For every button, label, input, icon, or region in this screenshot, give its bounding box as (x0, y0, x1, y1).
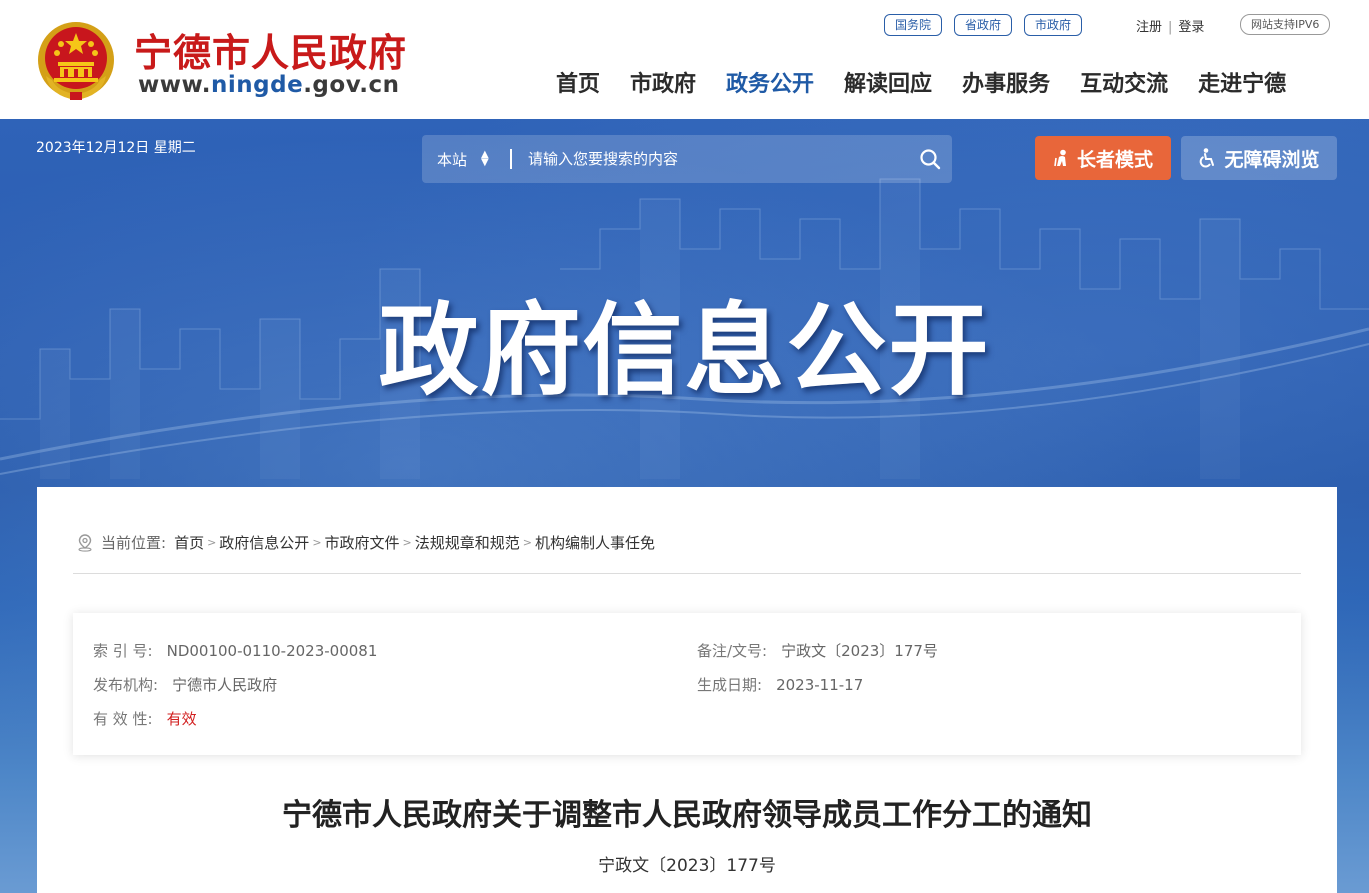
breadcrumb-separator: > (207, 536, 217, 549)
nav-about-ningde[interactable]: 走进宁德 (1198, 66, 1286, 98)
breadcrumb-regulations[interactable]: 法规规章和规范 (415, 532, 520, 553)
search-bar: 本站 ▲ ▼ (422, 135, 952, 183)
search-icon (920, 149, 941, 170)
meta-docno-value: 宁政文〔2023〕177号 (781, 642, 938, 660)
elder-mode-label: 长者模式 (1076, 148, 1153, 171)
meta-date-label: 生成日期: (697, 676, 763, 694)
register-link[interactable]: 注册 (1136, 20, 1162, 35)
meta-docno-label: 备注/文号: (697, 642, 768, 660)
search-divider (510, 149, 512, 169)
content-card: 当前位置: 首页 > 政府信息公开 > 市政府文件 > 法规规章和规范 > 机构… (37, 487, 1337, 893)
breadcrumb-separator: > (522, 536, 532, 549)
search-button[interactable] (908, 135, 952, 183)
url-prefix: www. (138, 72, 212, 98)
nav-gov-affairs[interactable]: 政务公开 (726, 66, 814, 98)
nav-interaction[interactable]: 互动交流 (1080, 66, 1168, 98)
link-city-gov[interactable]: 市政府 (1024, 14, 1083, 36)
breadcrumb-personnel[interactable]: 机构编制人事任免 (535, 532, 655, 553)
breadcrumb-separator: > (312, 536, 322, 549)
url-suffix: .gov.cn (303, 72, 400, 98)
nav-home[interactable]: 首页 (556, 66, 600, 98)
meta-publisher-value: 宁德市人民政府 (172, 676, 278, 694)
meta-index-row: 索 引 号: ND00100-0110-2023-00081 (93, 640, 377, 661)
document-number: 宁政文〔2023〕177号 (598, 856, 776, 876)
elder-person-icon (1054, 149, 1066, 167)
link-province-gov[interactable]: 省政府 (954, 14, 1013, 36)
document-metadata: 索 引 号: ND00100-0110-2023-00081 备注/文号: 宁政文〔… (73, 613, 1301, 755)
meta-docno-row: 备注/文号: 宁政文〔2023〕177号 (697, 640, 938, 661)
site-header: 宁德市人民政府 www.ningde.gov.cn 国务院 省政府 市政府 注册… (0, 0, 1369, 119)
search-input[interactable] (528, 150, 908, 168)
link-state-council[interactable]: 国务院 (884, 14, 943, 36)
site-url[interactable]: www.ningde.gov.cn (138, 72, 400, 98)
ipv6-badge: 网站支持IPV6 (1240, 14, 1331, 35)
url-domain: ningde (211, 72, 304, 98)
auth-links: 注册 | 登录 (1136, 16, 1204, 35)
location-pin-icon (78, 533, 92, 552)
meta-publisher-label: 发布机构: (93, 676, 159, 694)
meta-validity-label: 有 效 性: (93, 710, 153, 728)
breadcrumb-separator: > (402, 536, 412, 549)
meta-publisher-row: 发布机构: 宁德市人民政府 (93, 674, 277, 695)
auth-separator: | (1168, 20, 1173, 35)
search-scope-select[interactable]: 本站 ▲ ▼ (422, 149, 510, 170)
gov-links: 国务院 省政府 市政府 (884, 14, 1083, 36)
nav-services[interactable]: 办事服务 (962, 66, 1050, 98)
search-scope-label: 本站 (437, 150, 468, 169)
breadcrumb-city-docs[interactable]: 市政府文件 (325, 532, 400, 553)
current-date: 2023年12月12日 星期二 (36, 140, 196, 156)
nav-interpretation[interactable]: 解读回应 (844, 66, 932, 98)
meta-validity-value: 有效 (166, 710, 197, 728)
meta-date-value: 2023-11-17 (776, 676, 864, 694)
meta-index-value: ND00100-0110-2023-00081 (166, 642, 378, 660)
wheelchair-icon (1200, 148, 1215, 168)
breadcrumb-lead: 当前位置: (101, 534, 167, 552)
meta-validity-row: 有 效 性: 有效 (93, 708, 197, 729)
breadcrumb: 当前位置: 首页 > 政府信息公开 > 市政府文件 > 法规规章和规范 > 机构… (77, 532, 655, 553)
login-link[interactable]: 登录 (1178, 20, 1204, 35)
meta-date-row: 生成日期: 2023-11-17 (697, 674, 863, 695)
breadcrumb-home[interactable]: 首页 (174, 532, 204, 553)
breadcrumb-divider (73, 573, 1301, 574)
national-emblem-icon (38, 22, 114, 100)
accessible-browse-label: 无障碍浏览 (1224, 148, 1320, 171)
meta-index-label: 索 引 号: (93, 642, 153, 660)
elder-mode-button[interactable]: 长者模式 (1035, 136, 1171, 180)
main-nav: 首页 市政府 政务公开 解读回应 办事服务 互动交流 走进宁德 (556, 66, 1286, 98)
nav-city-gov[interactable]: 市政府 (630, 66, 696, 98)
document-title: 宁德市人民政府关于调整市人民政府领导成员工作分工的通知 (282, 798, 1092, 833)
hero-title: 政府信息公开 (378, 292, 991, 409)
site-name[interactable]: 宁德市人民政府 (134, 22, 407, 77)
sort-arrows-icon: ▲ ▼ (481, 149, 489, 168)
breadcrumb-gov-info[interactable]: 政府信息公开 (219, 532, 309, 553)
accessible-browse-button[interactable]: 无障碍浏览 (1181, 136, 1337, 180)
